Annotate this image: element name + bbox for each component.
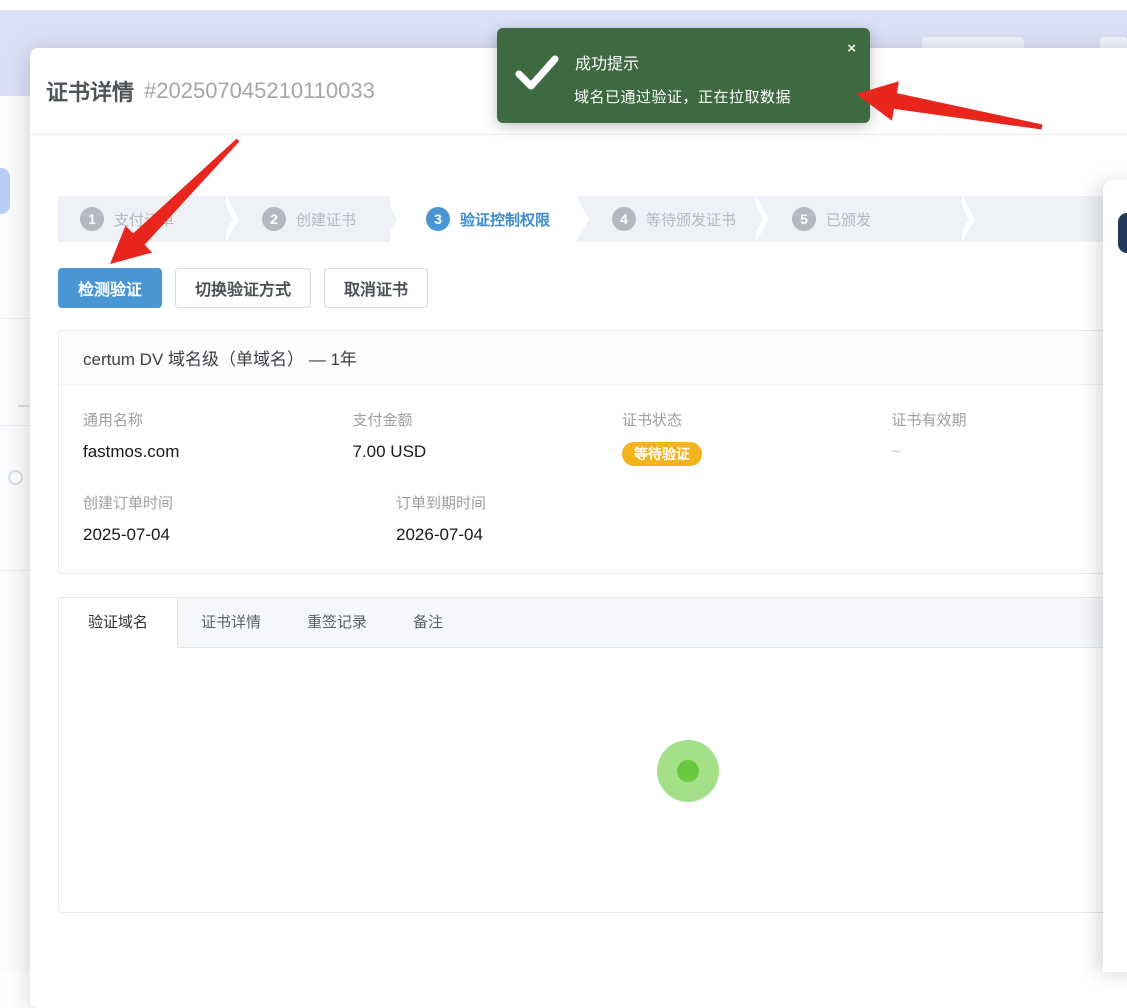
modal-title: 证书详情 bbox=[46, 75, 134, 107]
side-panel-navy-button[interactable] bbox=[1118, 213, 1127, 253]
switch-validation-method-button[interactable]: 切换验证方式 bbox=[175, 268, 311, 308]
background-search-icon bbox=[8, 470, 23, 485]
field-created-time: 创建订单时间 2025-07-04 bbox=[83, 492, 396, 545]
step-label: 验证控制权限 bbox=[460, 209, 550, 230]
tab-reissue-records[interactable]: 重签记录 bbox=[284, 598, 390, 647]
step-number: 5 bbox=[792, 207, 816, 231]
toast-title: 成功提示 bbox=[575, 50, 639, 74]
toast-message: 域名已通过验证，正在拉取数据 bbox=[574, 86, 791, 107]
certificate-info-body: 通用名称 fastmos.com 支付金额 7.00 USD 证书状态 等待验证… bbox=[59, 385, 1127, 573]
background-divider bbox=[0, 318, 30, 319]
background-divider bbox=[0, 425, 30, 426]
order-number: #202507045210110033 bbox=[144, 78, 375, 104]
field-value: fastmos.com bbox=[83, 442, 353, 462]
step-number: 4 bbox=[612, 207, 636, 231]
check-validation-button[interactable]: 检测验证 bbox=[58, 268, 162, 308]
tab-remarks[interactable]: 备注 bbox=[390, 598, 466, 647]
detail-tabs-panel: 验证域名 证书详情 重签记录 备注 bbox=[58, 597, 1127, 913]
step-await-issuance: 4 等待颁发证书 bbox=[576, 196, 756, 242]
field-label: 通用名称 bbox=[83, 409, 353, 430]
certificate-info-panel: certum DV 域名级（单域名） — 1年 通用名称 fastmos.com… bbox=[58, 330, 1127, 574]
progress-stepper: 1 支付订单 2 创建证书 3 验证控制权限 4 等待颁发证书 5 已颁发 bbox=[58, 196, 1127, 242]
background-active-menu-item[interactable] bbox=[0, 168, 10, 214]
background-artifact bbox=[18, 405, 29, 407]
status-badge: 等待验证 bbox=[622, 442, 702, 466]
field-common-name: 通用名称 fastmos.com bbox=[83, 409, 353, 466]
tab-verify-domain[interactable]: 验证域名 bbox=[59, 598, 178, 649]
action-buttons: 检测验证 切换验证方式 取消证书 bbox=[58, 268, 1127, 308]
tab-content-area bbox=[59, 648, 1127, 912]
certificate-detail-modal: 证书详情 #202507045210110033 1 支付订单 2 创建证书 3… bbox=[30, 48, 1127, 1008]
field-value: 2026-07-04 bbox=[396, 525, 709, 545]
step-label: 创建证书 bbox=[296, 209, 356, 230]
field-validity: 证书有效期 ~ bbox=[892, 409, 1127, 466]
field-value: ~ bbox=[892, 442, 1127, 462]
loading-indicator-core bbox=[677, 760, 699, 782]
toast-close-icon[interactable]: × bbox=[847, 41, 856, 56]
info-row: 创建订单时间 2025-07-04 订单到期时间 2026-07-04 bbox=[83, 492, 1127, 545]
step-verify-control: 3 验证控制权限 bbox=[390, 196, 576, 242]
step-create-certificate: 2 创建证书 bbox=[226, 196, 390, 242]
background-sidebar-strip bbox=[0, 96, 30, 972]
step-label: 等待颁发证书 bbox=[646, 209, 736, 230]
field-label: 创建订单时间 bbox=[83, 492, 396, 513]
background-divider bbox=[0, 570, 30, 571]
field-label: 支付金额 bbox=[353, 409, 623, 430]
step-number: 1 bbox=[80, 207, 104, 231]
field-label: 订单到期时间 bbox=[396, 492, 709, 513]
step-label: 已颁发 bbox=[826, 209, 871, 230]
tab-certificate-detail[interactable]: 证书详情 bbox=[178, 598, 284, 647]
step-pay-order: 1 支付订单 bbox=[58, 196, 226, 242]
success-toast: 成功提示 域名已通过验证，正在拉取数据 × bbox=[497, 28, 870, 123]
step-number: 2 bbox=[262, 207, 286, 231]
field-amount: 支付金额 7.00 USD bbox=[353, 409, 623, 466]
loading-indicator bbox=[657, 740, 719, 802]
field-status: 证书状态 等待验证 bbox=[622, 409, 892, 466]
field-value: 2025-07-04 bbox=[83, 525, 396, 545]
field-label: 证书状态 bbox=[622, 409, 892, 430]
step-issued: 5 已颁发 bbox=[756, 196, 962, 242]
modal-body: 1 支付订单 2 创建证书 3 验证控制权限 4 等待颁发证书 5 已颁发 bbox=[30, 135, 1127, 913]
step-number: 3 bbox=[426, 207, 450, 231]
product-name: certum DV 域名级（单域名） — 1年 bbox=[59, 331, 1127, 385]
tabs-header: 验证域名 证书详情 重签记录 备注 bbox=[59, 598, 1127, 648]
field-value: 7.00 USD bbox=[353, 442, 623, 462]
side-overlay-panel bbox=[1103, 180, 1127, 972]
checkmark-icon bbox=[515, 54, 559, 92]
field-label: 证书有效期 bbox=[892, 409, 1127, 430]
step-label: 支付订单 bbox=[114, 209, 174, 230]
cancel-certificate-button[interactable]: 取消证书 bbox=[324, 268, 428, 308]
field-expire-time: 订单到期时间 2026-07-04 bbox=[396, 492, 709, 545]
info-row: 通用名称 fastmos.com 支付金额 7.00 USD 证书状态 等待验证… bbox=[83, 409, 1127, 466]
